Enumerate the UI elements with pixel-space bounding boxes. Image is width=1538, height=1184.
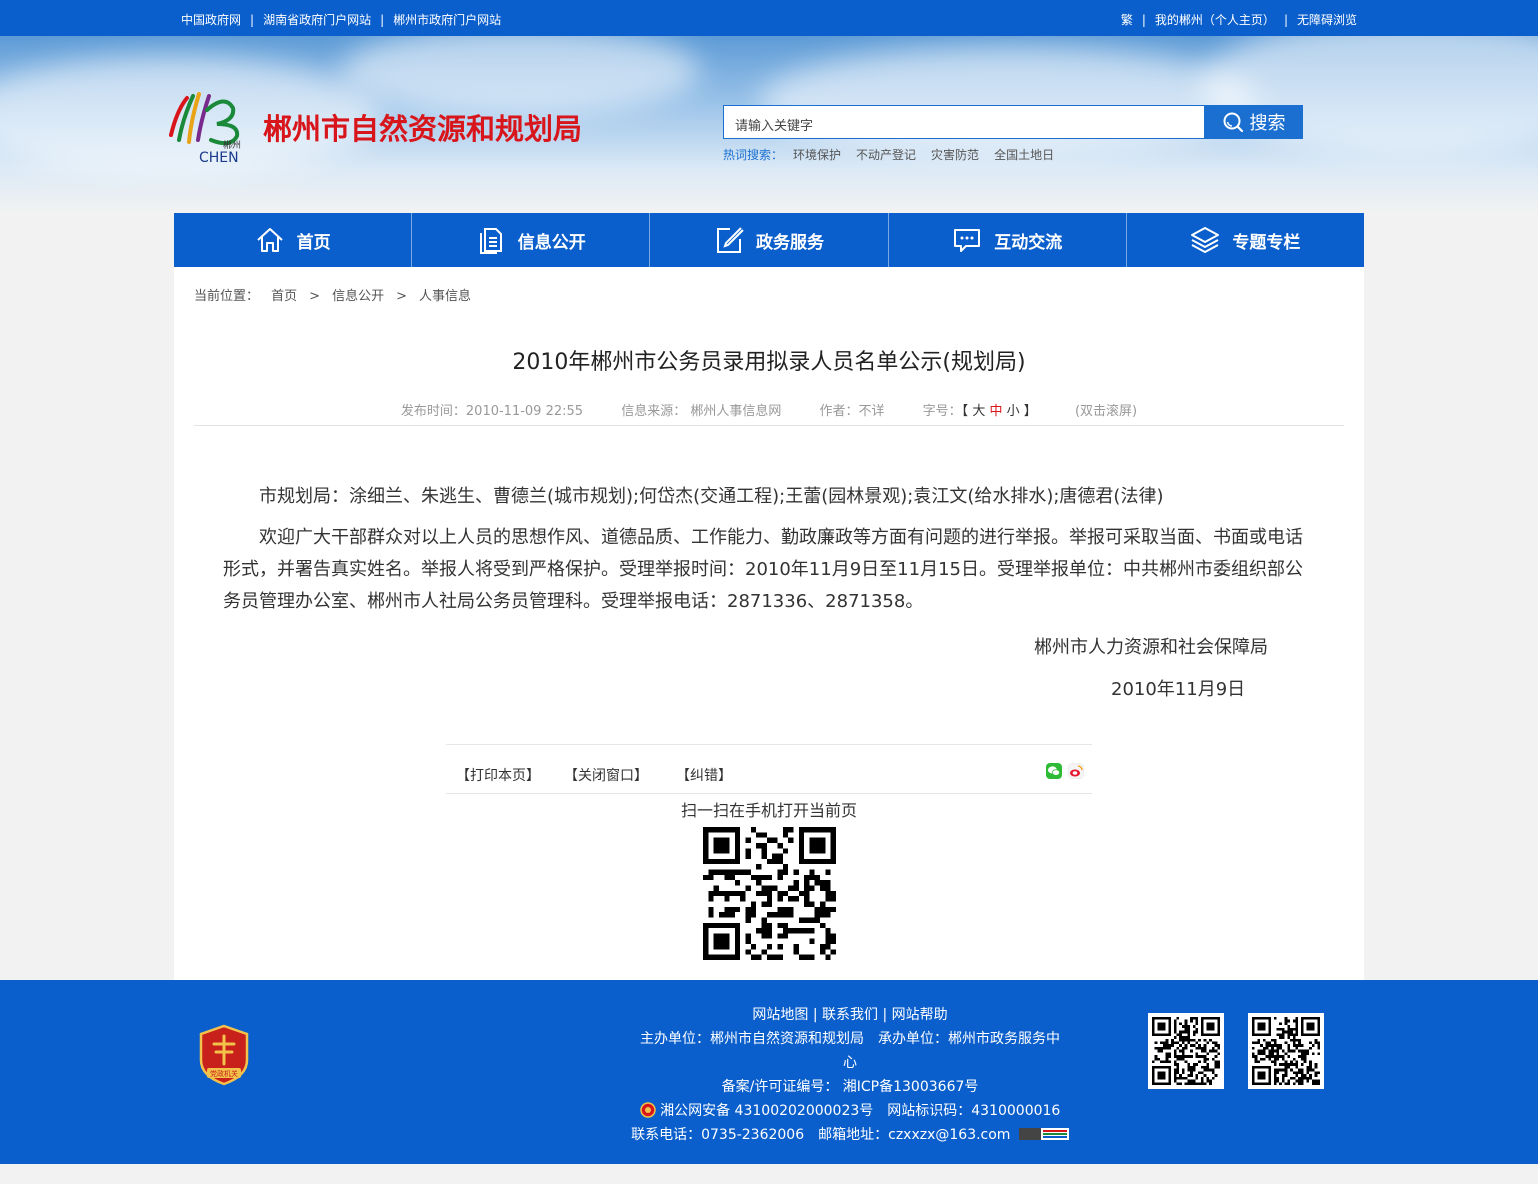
hot-word[interactable]: 全国土地日 xyxy=(994,148,1054,162)
link-traditional-chinese[interactable]: 繁 xyxy=(1121,13,1133,27)
footer-site-id: 网站标识码：4310000016 xyxy=(887,1103,1061,1119)
nav-item-label: 互动交流 xyxy=(994,232,1063,253)
footer-contact: 联系电话：0735-2362006 邮箱地址：czxxzx@163.com xyxy=(631,1127,1011,1143)
hot-word[interactable]: 环境保护 xyxy=(793,148,841,162)
breadcrumb-personnel[interactable]: 人事信息 xyxy=(419,289,471,304)
top-bar: 中国政府网 | 湖南省政府门户网站 | 郴州市政府门户网站 繁 | 我的郴州（个人主页） | 无… xyxy=(0,0,1538,36)
search-button-label: 搜索 xyxy=(1249,113,1286,134)
qr-code xyxy=(1252,1017,1320,1085)
article-tools: 【打印本页】 【关闭窗口】 【纠错】 xyxy=(446,744,1092,794)
wechat-icon[interactable] xyxy=(1046,763,1062,779)
main-nav: 首页 信息公开 政务服务 互动交流 专题专栏 xyxy=(174,213,1364,267)
font-small-button[interactable]: 小 xyxy=(1007,404,1020,419)
hot-word[interactable]: 不动产登记 xyxy=(856,148,916,162)
footer: 党政机关 网站地图 | 联系我们 | 网站帮助 主办单位：郴州市自然资源和规划局… xyxy=(0,980,1538,1164)
top-links-right: 繁 | 我的郴州（个人主页） | 无障碍浏览 xyxy=(1120,13,1357,27)
footer-link-help[interactable]: 网站帮助 xyxy=(892,1007,948,1023)
double-click-scroll[interactable]: (双击滚屏) xyxy=(1075,404,1137,419)
chat-icon xyxy=(954,229,981,252)
layers-icon xyxy=(1191,227,1220,253)
nav-item-interaction[interactable]: 互动交流 xyxy=(889,213,1127,267)
badge-text: 党政机关 xyxy=(210,1069,238,1078)
font-size-label: 字号： xyxy=(922,404,962,419)
weibo-icon[interactable] xyxy=(1068,763,1084,779)
footer-icp[interactable]: 备案/许可证编号： 湘ICP备13003667号 xyxy=(630,1076,1070,1096)
article-paragraph: 欢迎广大干部群众对以上人员的思想作风、道德品质、工作能力、勤政廉政等方面有问题的… xyxy=(223,527,1303,612)
cnzz-stat-icon[interactable] xyxy=(1018,1128,1069,1140)
police-emblem-icon xyxy=(639,1102,656,1118)
link-accessibility[interactable]: 无障碍浏览 xyxy=(1297,13,1357,27)
header: 郴州 CHEN 郴州市自然资源和规划局 请输入关键字 搜索 热词搜索： 环境保护 不… xyxy=(0,36,1538,213)
breadcrumb-info-disclosure[interactable]: 信息公开 xyxy=(332,289,384,304)
article-paragraph: 市规划局：涂细兰、朱逃生、曹德兰(城市规划);何岱杰(交通工程);王蕾(园林景观… xyxy=(259,486,1164,507)
signature-date: 2010年11月9日 xyxy=(1111,679,1246,700)
footer-contact-line: 联系电话：0735-2362006 邮箱地址：czxxzx@163.com xyxy=(630,1124,1070,1144)
footer-police-record[interactable]: 湘公网安备 43100202000023号 xyxy=(660,1103,873,1119)
page-bottom xyxy=(0,1164,1538,1184)
nav-item-home[interactable]: 首页 xyxy=(174,213,413,267)
publish-time: 发布时间：2010-11-09 22:55 xyxy=(400,404,584,419)
font-size-switcher: 字号：【 大 中 小 】 xyxy=(923,404,1037,419)
font-large-button[interactable]: 大 xyxy=(972,404,985,419)
footer-sponsor-wrap: 心 xyxy=(843,1055,857,1071)
breadcrumb-prefix: 当前位置： xyxy=(194,289,260,304)
nav-item-gov-services[interactable]: 政务服务 xyxy=(650,213,889,267)
site-title: 郴州市自然资源和规划局 xyxy=(263,112,583,146)
search-input[interactable]: 请输入关键字 xyxy=(723,105,1205,139)
breadcrumb: 当前位置： 首页 > 信息公开 > 人事信息 xyxy=(194,285,471,304)
divider xyxy=(194,425,1344,426)
article-title: 2010年郴州市公务员录用拟录人员名单公示(规划局) xyxy=(512,350,1026,375)
article-meta: 发布时间：2010-11-09 22:55 信息来源： 郴州人事信息网 作者：不… xyxy=(174,400,1364,419)
nav-item-special-topics[interactable]: 专题专栏 xyxy=(1127,213,1364,267)
edit-icon xyxy=(717,227,744,253)
author: 作者：不详 xyxy=(819,404,885,419)
close-window-button[interactable]: 【关闭窗口】 xyxy=(564,765,648,785)
info-source: 信息来源： 郴州人事信息网 xyxy=(621,404,782,419)
nav-item-label: 专题专栏 xyxy=(1232,232,1301,253)
site-logo[interactable]: 郴州 CHEN xyxy=(165,90,249,164)
main-content: 当前位置： 首页 > 信息公开 > 人事信息 2010年郴州市公务员录用拟录人员名单公示… xyxy=(174,267,1364,981)
footer-link-sitemap[interactable]: 网站地图 xyxy=(752,1007,808,1023)
nav-item-label: 政务服务 xyxy=(756,232,824,253)
search-button[interactable]: 搜索 xyxy=(1204,105,1303,139)
footer-links: 网站地图 | 联系我们 | 网站帮助 xyxy=(752,1007,948,1023)
signature-organization: 郴州市人力资源和社会保障局 xyxy=(1034,637,1268,658)
top-links-left: 中国政府网 | 湖南省政府门户网站 | 郴州市政府门户网站 xyxy=(181,13,502,27)
bracket-close: 】 xyxy=(1023,404,1037,419)
footer-security: 湘公网安备 43100202000023号 网站标识码：4310000016 xyxy=(630,1100,1070,1120)
hot-word[interactable]: 灾害防范 xyxy=(931,148,979,162)
link-china-gov[interactable]: 中国政府网 xyxy=(181,13,241,27)
cloud-decoration xyxy=(340,36,700,116)
nav-item-info-disclosure[interactable]: 信息公开 xyxy=(412,213,651,267)
footer-link-contact[interactable]: 联系我们 xyxy=(822,1007,878,1023)
link-my-chenzhou[interactable]: 我的郴州（个人主页） xyxy=(1155,13,1275,27)
logo-text: CHEN xyxy=(199,150,239,164)
print-button[interactable]: 【打印本页】 xyxy=(456,765,540,785)
home-icon xyxy=(256,228,283,252)
scan-caption: 扫一扫在手机打开当前页 xyxy=(680,801,857,820)
article-body: 市规划局：涂细兰、朱逃生、曹德兰(城市规划);何岱杰(交通工程);王蕾(园林景观… xyxy=(223,481,1319,627)
page-qr-code xyxy=(703,827,836,960)
nav-item-label: 首页 xyxy=(296,232,331,253)
breadcrumb-home[interactable]: 首页 xyxy=(271,289,297,304)
footer-qr-app xyxy=(1148,1013,1224,1089)
qr-code xyxy=(1152,1017,1220,1085)
footer-sponsor: 主办单位：郴州市自然资源和规划局 承办单位：郴州市政务服务中 xyxy=(640,1031,1060,1047)
document-icon xyxy=(479,228,502,254)
party-government-badge[interactable]: 党政机关 xyxy=(197,1024,251,1086)
link-chenzhou-gov[interactable]: 郴州市政府门户网站 xyxy=(393,13,501,27)
breadcrumb-separator: > xyxy=(309,289,321,304)
bracket-open: 【 xyxy=(961,404,969,419)
hot-search-label: 热词搜索： xyxy=(723,148,784,162)
footer-qr-wechat xyxy=(1248,1013,1324,1089)
cloud-decoration xyxy=(760,46,1260,156)
hot-search: 热词搜索： 环境保护 不动产登记 灾害防范 全国土地日 xyxy=(723,146,1069,163)
breadcrumb-separator: > xyxy=(396,289,407,304)
link-hunan-gov[interactable]: 湖南省政府门户网站 xyxy=(263,13,371,27)
report-error-button[interactable]: 【纠错】 xyxy=(676,765,732,785)
search-icon xyxy=(1223,112,1243,133)
font-medium-button[interactable]: 中 xyxy=(989,404,1002,419)
nav-item-label: 信息公开 xyxy=(517,232,586,253)
